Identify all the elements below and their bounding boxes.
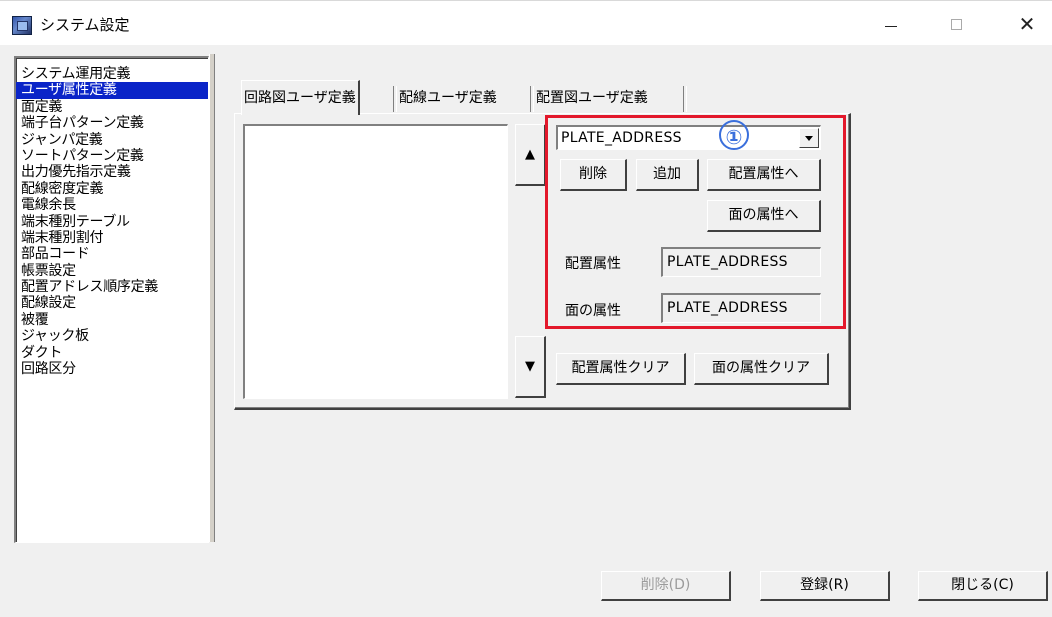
app-icon <box>12 16 32 35</box>
surface-attribute-field: PLATE_ADDRESS <box>661 293 821 323</box>
tab-separator <box>683 86 687 112</box>
clear-surface-attribute-button[interactable]: 面の属性クリア <box>694 353 829 385</box>
sidebar-item[interactable]: 配置アドレス順序定義 <box>16 279 208 295</box>
tab-placement-user-definition[interactable]: 配置図ユーザ定義 <box>534 83 650 113</box>
up-arrow-icon: ▲ <box>525 147 535 162</box>
button-label: 配置属性クリア <box>571 360 670 376</box>
button-label: 削除 <box>579 166 607 182</box>
button-label: 面の属性へ <box>728 207 799 223</box>
button-label: 配置属性へ <box>728 166 799 182</box>
clear-placement-attribute-button[interactable]: 配置属性クリア <box>556 353 686 385</box>
button-label: 追加 <box>653 166 681 182</box>
move-up-button[interactable]: ▲ <box>515 124 546 186</box>
sidebar-item[interactable]: 配線密度定義 <box>16 181 208 197</box>
attribute-combo[interactable]: PLATE_ADDRESS <box>556 125 821 150</box>
sidebar-item[interactable]: 出力優先指示定義 <box>16 164 208 180</box>
tab-label: 回路図ユーザ定義 <box>244 90 356 106</box>
move-down-button[interactable]: ▼ <box>515 336 546 398</box>
sidebar-item[interactable]: ユーザ属性定義 <box>16 82 208 99</box>
down-arrow-icon: ▼ <box>525 359 535 374</box>
button-label: 面の属性クリア <box>712 360 810 376</box>
sidebar-item[interactable]: 被覆 <box>16 312 208 328</box>
sidebar-item[interactable]: 電線余長 <box>16 197 208 213</box>
minimize-button[interactable] <box>868 9 914 39</box>
register-button[interactable]: 登録(R) <box>760 571 890 601</box>
annotation-number-badge: ① <box>719 120 749 150</box>
button-label: 閉じる(C) <box>951 577 1014 593</box>
title-bar: システム設定 ✕ <box>0 0 1052 45</box>
tab-wiring-user-definition[interactable]: 配線ユーザ定義 <box>397 83 499 113</box>
tab-label: 配線ユーザ定義 <box>399 90 497 106</box>
sidebar-item[interactable]: 部品コード <box>16 246 208 262</box>
chevron-down-icon[interactable] <box>799 128 819 148</box>
button-label: 削除(D) <box>640 577 691 593</box>
category-list-items: システム運用定義 ユーザ属性定義 面定義 端子台パターン定義 ジャンパ定義 ソートパターン… <box>16 66 208 377</box>
add-attribute-button[interactable]: 追加 <box>636 159 699 191</box>
footer-delete-button[interactable]: 削除(D) <box>601 571 731 601</box>
to-surface-attribute-button[interactable]: 面の属性へ <box>707 200 821 232</box>
window-title: システム設定 <box>40 16 130 34</box>
sidebar-item[interactable]: 面定義 <box>16 99 208 115</box>
sidebar-item[interactable]: 配線設定 <box>16 295 208 311</box>
sidebar-item[interactable]: ソートパターン定義 <box>16 148 208 164</box>
attribute-listbox[interactable] <box>243 124 508 399</box>
sidebar-item[interactable]: ダクト <box>16 345 208 361</box>
settings-category-list[interactable]: システム運用定義 ユーザ属性定義 面定義 端子台パターン定義 ジャンパ定義 ソートパターン… <box>14 56 209 543</box>
sidebar-item[interactable]: ジャック板 <box>16 328 208 344</box>
placement-attribute-label: 配置属性 <box>565 256 621 272</box>
sidebar-item[interactable]: ジャンパ定義 <box>16 132 208 148</box>
combo-value: PLATE_ADDRESS <box>561 130 682 146</box>
tab-label: 配置図ユーザ定義 <box>536 90 648 106</box>
sidebar-item[interactable]: 回路区分 <box>16 361 208 377</box>
delete-attribute-button[interactable]: 削除 <box>560 159 627 191</box>
to-placement-attribute-button[interactable]: 配置属性へ <box>707 159 821 191</box>
sidebar-item[interactable]: 端末種別テーブル <box>16 214 208 230</box>
maximize-button[interactable] <box>934 9 980 39</box>
sidebar-item[interactable]: 帳票設定 <box>16 263 208 279</box>
sidebar-item[interactable]: 端末種別割付 <box>16 230 208 246</box>
placement-attribute-field: PLATE_ADDRESS <box>661 247 821 277</box>
close-button[interactable]: 閉じる(C) <box>918 571 1048 601</box>
sidebar-item[interactable]: システム運用定義 <box>16 66 208 82</box>
splitter[interactable] <box>209 54 215 542</box>
button-label: 登録(R) <box>800 577 849 593</box>
tab-circuit-user-definition[interactable]: 回路図ユーザ定義 <box>241 80 360 115</box>
close-window-button[interactable]: ✕ <box>1004 9 1050 39</box>
surface-attribute-label: 面の属性 <box>565 303 621 319</box>
sidebar-item[interactable]: 端子台パターン定義 <box>16 115 208 131</box>
